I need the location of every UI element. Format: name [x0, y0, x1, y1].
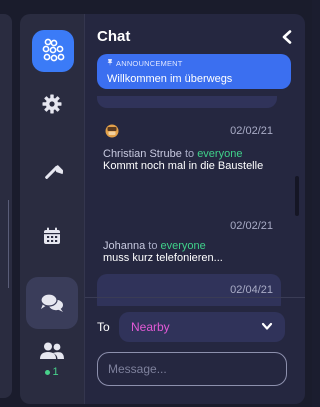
chat-button[interactable] — [26, 277, 78, 329]
message-item: 02/04/21 — [97, 274, 281, 306]
logo-icon — [42, 38, 65, 62]
message-text: Kommt noch mal in die Baustelle — [103, 160, 264, 172]
message-content: Christian Strube to everyone Kommt noch … — [103, 148, 273, 172]
message-item: 02/02/21 Johanna to everyone muss kurz t… — [97, 206, 281, 264]
message-header: Johanna to everyone — [103, 240, 273, 252]
chat-bubbles-icon — [40, 293, 63, 312]
message-to-word: to — [184, 148, 195, 160]
users-button[interactable]: 1 — [20, 342, 84, 392]
chat-title: Chat — [97, 28, 131, 45]
message-sender: Christian Strube — [103, 148, 182, 160]
chat-header: Chat — [97, 28, 293, 48]
calendar-icon — [44, 227, 60, 244]
to-label: To — [97, 320, 110, 334]
build-button[interactable] — [20, 144, 84, 200]
calendar-button[interactable] — [20, 208, 84, 264]
message-recipient: everyone — [160, 240, 206, 252]
chat-panel: Chat ANNOUNCEMENT Willkommen im überwegs… — [84, 14, 305, 404]
recipient-row: To Nearby — [97, 312, 293, 342]
online-count-value: 1 — [52, 366, 59, 378]
online-dot — [45, 369, 51, 375]
left-panel-divider — [8, 200, 9, 288]
message-sender: Johanna — [103, 240, 146, 252]
left-panel-edge — [0, 14, 12, 398]
gear-icon — [42, 94, 62, 114]
message-list[interactable]: 02/02/21 Christian Strube to everyone Ko… — [85, 96, 305, 306]
message-timestamp: 02/04/21 — [230, 284, 273, 296]
sidebar: 1 — [20, 14, 84, 404]
logo-button[interactable] — [32, 30, 74, 72]
message-timestamp: 02/02/21 — [230, 125, 273, 137]
users-icon — [40, 342, 64, 359]
audience-selected-value: Nearby — [131, 320, 170, 334]
message-list-scrollbar[interactable] — [295, 176, 299, 216]
message-timestamp: 02/02/21 — [230, 220, 273, 232]
announcement-label: ANNOUNCEMENT — [116, 59, 183, 68]
message-input[interactable] — [97, 352, 287, 386]
message-recipient: everyone — [197, 148, 243, 160]
online-count: 1 — [20, 366, 84, 378]
audience-select[interactable]: Nearby — [119, 312, 285, 342]
announcement-banner: ANNOUNCEMENT Willkommen im überwegs — [97, 54, 291, 89]
composer-divider — [85, 297, 305, 298]
chevron-left-icon[interactable] — [281, 30, 293, 44]
message-header: Christian Strube to everyone — [103, 148, 273, 160]
message-to-word: to — [148, 240, 158, 252]
chevron-down-icon — [261, 322, 273, 330]
avatar — [105, 124, 119, 138]
message-content: Johanna to everyone muss kurz telefonier… — [103, 240, 273, 264]
announcement-text: Willkommen im überwegs — [107, 73, 233, 85]
announcement-label-row: ANNOUNCEMENT — [107, 59, 183, 68]
message-item: 02/02/21 Christian Strube to everyone Ko… — [97, 124, 281, 194]
previous-message-card — [97, 96, 277, 108]
message-text: muss kurz telefonieren... — [103, 252, 223, 264]
hammer-icon — [45, 164, 63, 179]
pin-icon — [107, 59, 113, 66]
settings-button[interactable] — [20, 76, 84, 132]
